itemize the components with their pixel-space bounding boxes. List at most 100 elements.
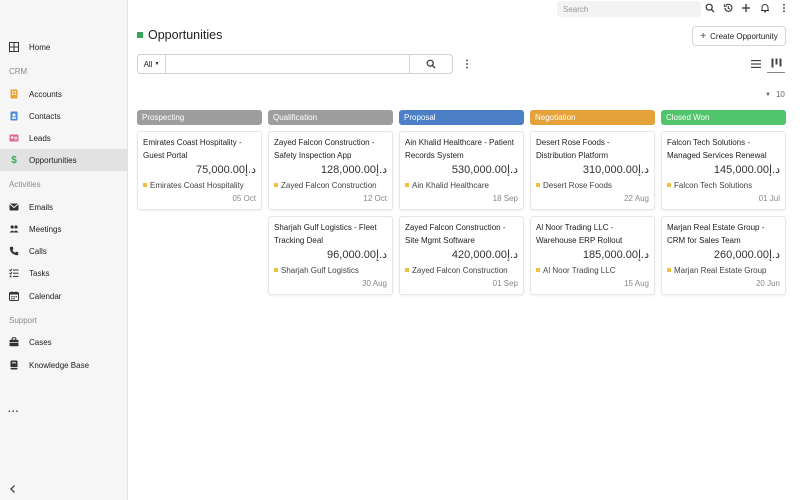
global-search-input[interactable]: Search (557, 1, 701, 17)
card-amount: 530,000.00د.إ (451, 164, 518, 176)
sidebar-item-label: Calls (29, 246, 47, 256)
card-account[interactable]: Emirates Coast Hospitality (143, 179, 256, 191)
card-title[interactable]: Desert Rose Foods - Distribution Platfor… (536, 137, 649, 162)
section-label-support: Support (9, 316, 38, 325)
card-title[interactable]: Zayed Falcon Construction - Site Mgmt So… (405, 222, 518, 247)
card-account-name: Falcon Tech Solutions (674, 180, 753, 190)
card-date: 01 Jul (758, 194, 780, 203)
page-header: Opportunities (137, 28, 222, 42)
list-view-icon[interactable] (750, 58, 762, 70)
card-title[interactable]: Marjan Real Estate Group - CRM for Sales… (667, 222, 780, 247)
sidebar-item-label: Cases (29, 337, 52, 347)
card-account-name: Sharjah Gulf Logistics (281, 265, 359, 275)
filter-search-button[interactable] (410, 55, 452, 73)
sidebar-item-tasks[interactable]: Tasks (0, 262, 128, 284)
search-icon[interactable] (705, 3, 715, 13)
book-icon (9, 360, 19, 370)
account-marker-icon (274, 183, 278, 187)
page-size-select[interactable]: ▼ 10 (765, 90, 785, 99)
account-marker-icon (667, 183, 671, 187)
card-account[interactable]: Marjan Real Estate Group (667, 264, 780, 276)
history-icon[interactable] (723, 3, 733, 13)
opportunity-card[interactable]: Desert Rose Foods - Distribution Platfor… (530, 131, 655, 210)
more-vertical-icon[interactable] (779, 3, 789, 13)
card-account[interactable]: Ain Khalid Healthcare (405, 179, 518, 191)
sidebar-item-label: Knowledge Base (29, 360, 90, 370)
sidebar-item-accounts[interactable]: Accounts (0, 83, 128, 105)
opportunity-card[interactable]: Zayed Falcon Construction - Site Mgmt So… (399, 216, 524, 295)
grid-icon (9, 42, 19, 52)
caret-down-icon: ▼ (765, 91, 771, 98)
plus-icon: + (700, 30, 707, 42)
opportunity-card[interactable]: Emirates Coast Hospitality - Guest Porta… (137, 131, 262, 210)
filter-text-input[interactable] (166, 55, 410, 73)
create-opportunity-label: Create Opportunity (710, 31, 778, 41)
card-account[interactable]: Zayed Falcon Construction (405, 264, 518, 276)
card-date: 30 Aug (362, 279, 387, 288)
opportunity-card[interactable]: Marjan Real Estate Group - CRM for Sales… (661, 216, 786, 295)
card-amount: 260,000.00د.إ (713, 249, 780, 261)
calendar-icon (9, 291, 19, 301)
card-title[interactable]: Al Noor Trading LLC - Warehouse ERP Roll… (536, 222, 649, 247)
card-account-name: Zayed Falcon Construction (412, 265, 508, 275)
create-opportunity-button[interactable]: + Create Opportunity (692, 26, 786, 46)
card-title[interactable]: Zayed Falcon Construction - Safety Inspe… (274, 137, 387, 162)
sidebar-item-leads[interactable]: Leads (0, 127, 128, 149)
sidebar-item-label: Tasks (29, 268, 50, 278)
card-amount: 145,000.00د.إ (713, 164, 780, 176)
bell-icon[interactable] (760, 3, 770, 13)
account-marker-icon (536, 268, 540, 272)
sidebar-item-label: Contacts (29, 111, 61, 121)
opportunity-card[interactable]: Sharjah Gulf Logistics - Fleet Tracking … (268, 216, 393, 295)
filter-more-icon[interactable] (463, 58, 471, 70)
filter-select[interactable]: All ▼ (138, 55, 166, 73)
opportunity-card[interactable]: Zayed Falcon Construction - Safety Inspe… (268, 131, 393, 210)
kanban-view-icon (771, 58, 781, 68)
card-account[interactable]: Desert Rose Foods (536, 179, 649, 191)
opportunity-card[interactable]: Al Noor Trading LLC - Warehouse ERP Roll… (530, 216, 655, 295)
more-menu-button[interactable]: ... (8, 404, 19, 415)
card-amount: 96,000.00د.إ (327, 249, 387, 261)
card-title[interactable]: Falcon Tech Solutions - Managed Services… (667, 137, 780, 162)
column-header: Negotiation (530, 110, 655, 125)
sidebar-item-contacts[interactable]: Contacts (0, 105, 128, 127)
sidebar-item-calls[interactable]: Calls (0, 240, 128, 262)
column-header: Proposal (399, 110, 524, 125)
card-account[interactable]: Al Noor Trading LLC (536, 264, 649, 276)
column-header: Closed Won (661, 110, 786, 125)
card-account[interactable]: Falcon Tech Solutions (667, 179, 780, 191)
kanban-view-button[interactable] (767, 55, 785, 73)
account-marker-icon (405, 183, 409, 187)
sidebar-item-label: Leads (29, 133, 51, 143)
account-marker-icon (274, 268, 278, 272)
plus-icon[interactable] (741, 3, 751, 13)
sidebar-item-label: Meetings (29, 224, 62, 234)
account-marker-icon (143, 183, 147, 187)
sidebar-item-home[interactable]: Home (0, 36, 128, 58)
card-account-name: Ain Khalid Healthcare (412, 180, 489, 190)
people-icon (9, 224, 19, 234)
card-account[interactable]: Zayed Falcon Construction (274, 179, 387, 191)
card-date: 01 Sep (492, 279, 518, 288)
sidebar-item-knowledge-base[interactable]: Knowledge Base (0, 354, 128, 376)
page-size-value: 10 (775, 90, 785, 99)
chevron-left-icon[interactable] (8, 484, 18, 494)
opportunity-card[interactable]: Ain Khalid Healthcare - Patient Records … (399, 131, 524, 210)
card-title[interactable]: Sharjah Gulf Logistics - Fleet Tracking … (274, 222, 387, 247)
sidebar-item-meetings[interactable]: Meetings (0, 218, 128, 240)
card-account[interactable]: Sharjah Gulf Logistics (274, 264, 387, 276)
card-date: 20 Jun (755, 279, 780, 288)
caret-down-icon: ▼ (154, 61, 160, 67)
sidebar-item-opportunities[interactable]: $ Opportunities (0, 149, 128, 171)
id-card-icon (9, 133, 19, 143)
card-title[interactable]: Ain Khalid Healthcare - Patient Records … (405, 137, 518, 162)
sidebar-item-cases[interactable]: Cases (0, 331, 128, 353)
sidebar-item-calendar[interactable]: Calendar (0, 285, 128, 307)
card-date: 15 Aug (624, 279, 649, 288)
sidebar-item-emails[interactable]: Emails (0, 196, 128, 218)
sidebar-item-label: Home (29, 42, 51, 52)
card-title[interactable]: Emirates Coast Hospitality - Guest Porta… (143, 137, 256, 162)
card-date: 18 Sep (492, 194, 518, 203)
card-date: 05 Oct (232, 194, 256, 203)
opportunity-card[interactable]: Falcon Tech Solutions - Managed Services… (661, 131, 786, 210)
